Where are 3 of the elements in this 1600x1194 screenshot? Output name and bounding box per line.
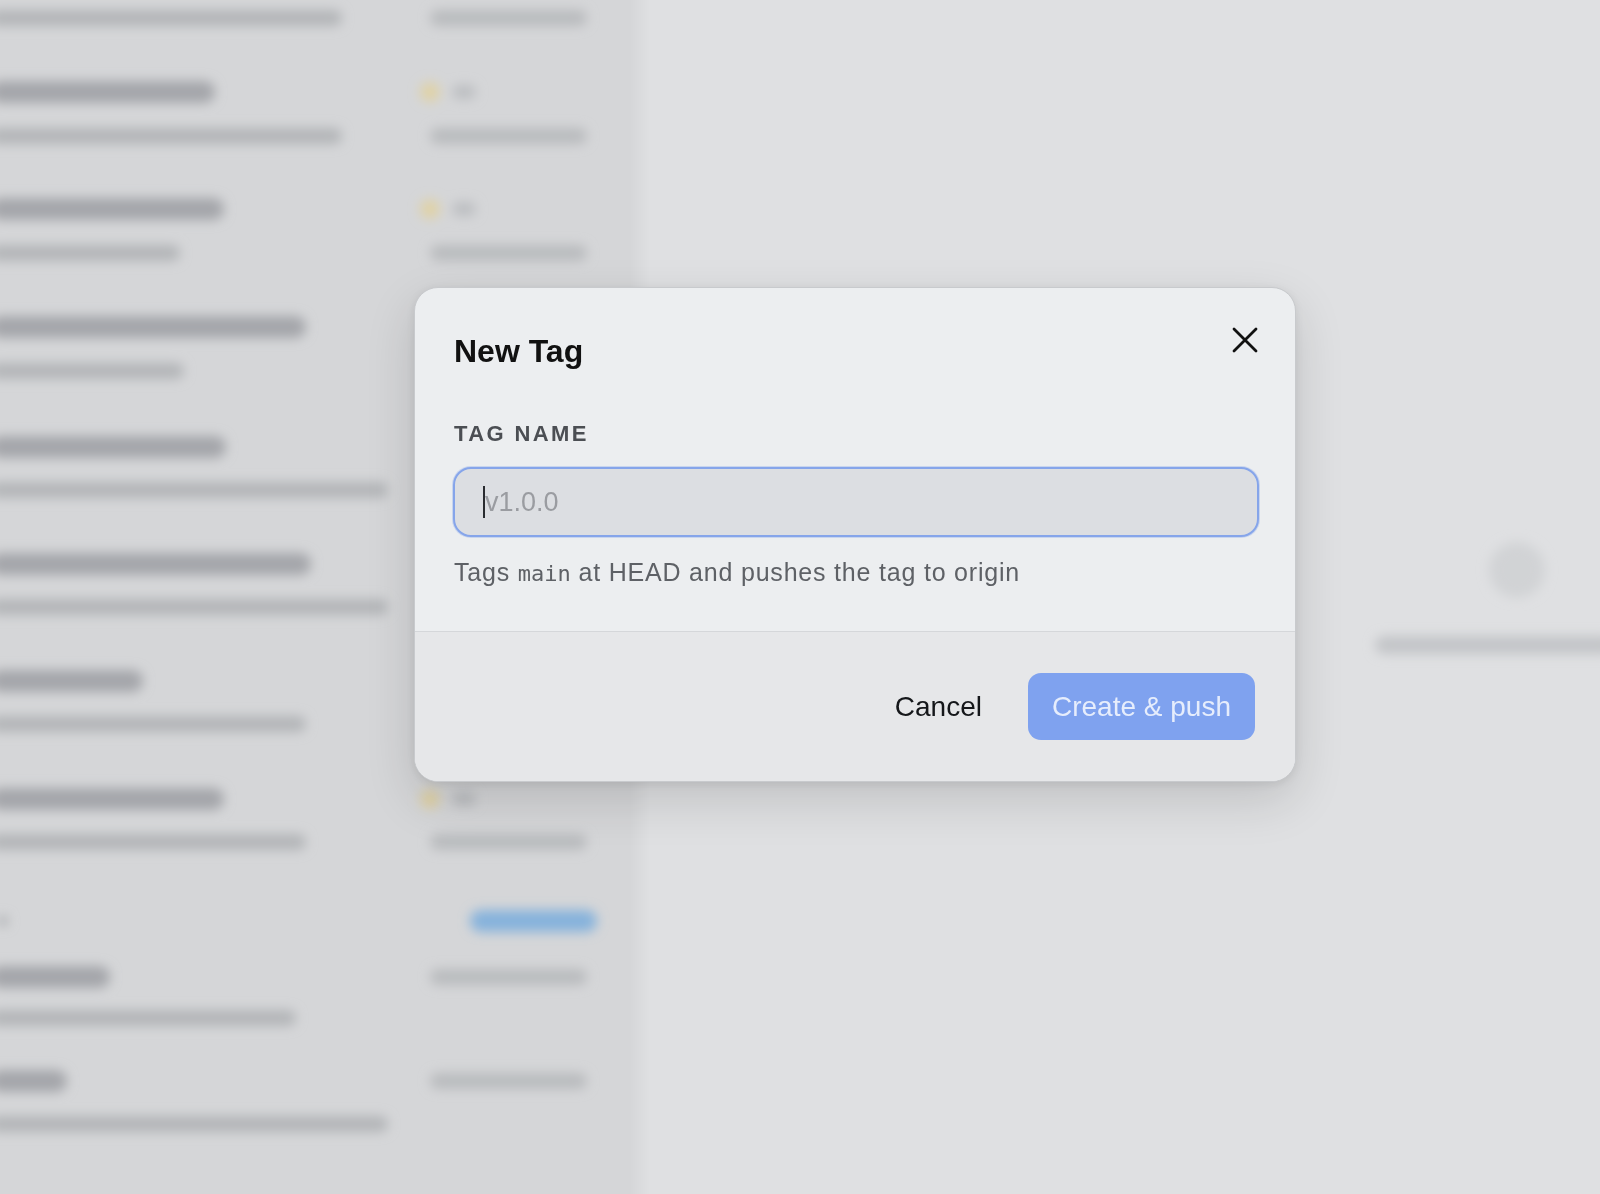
dialog-title: New Tag — [454, 332, 584, 370]
hint-text: Tags main at HEAD and pushes the tag to origin — [454, 557, 1021, 588]
field-label: TAG NAME — [454, 421, 589, 447]
